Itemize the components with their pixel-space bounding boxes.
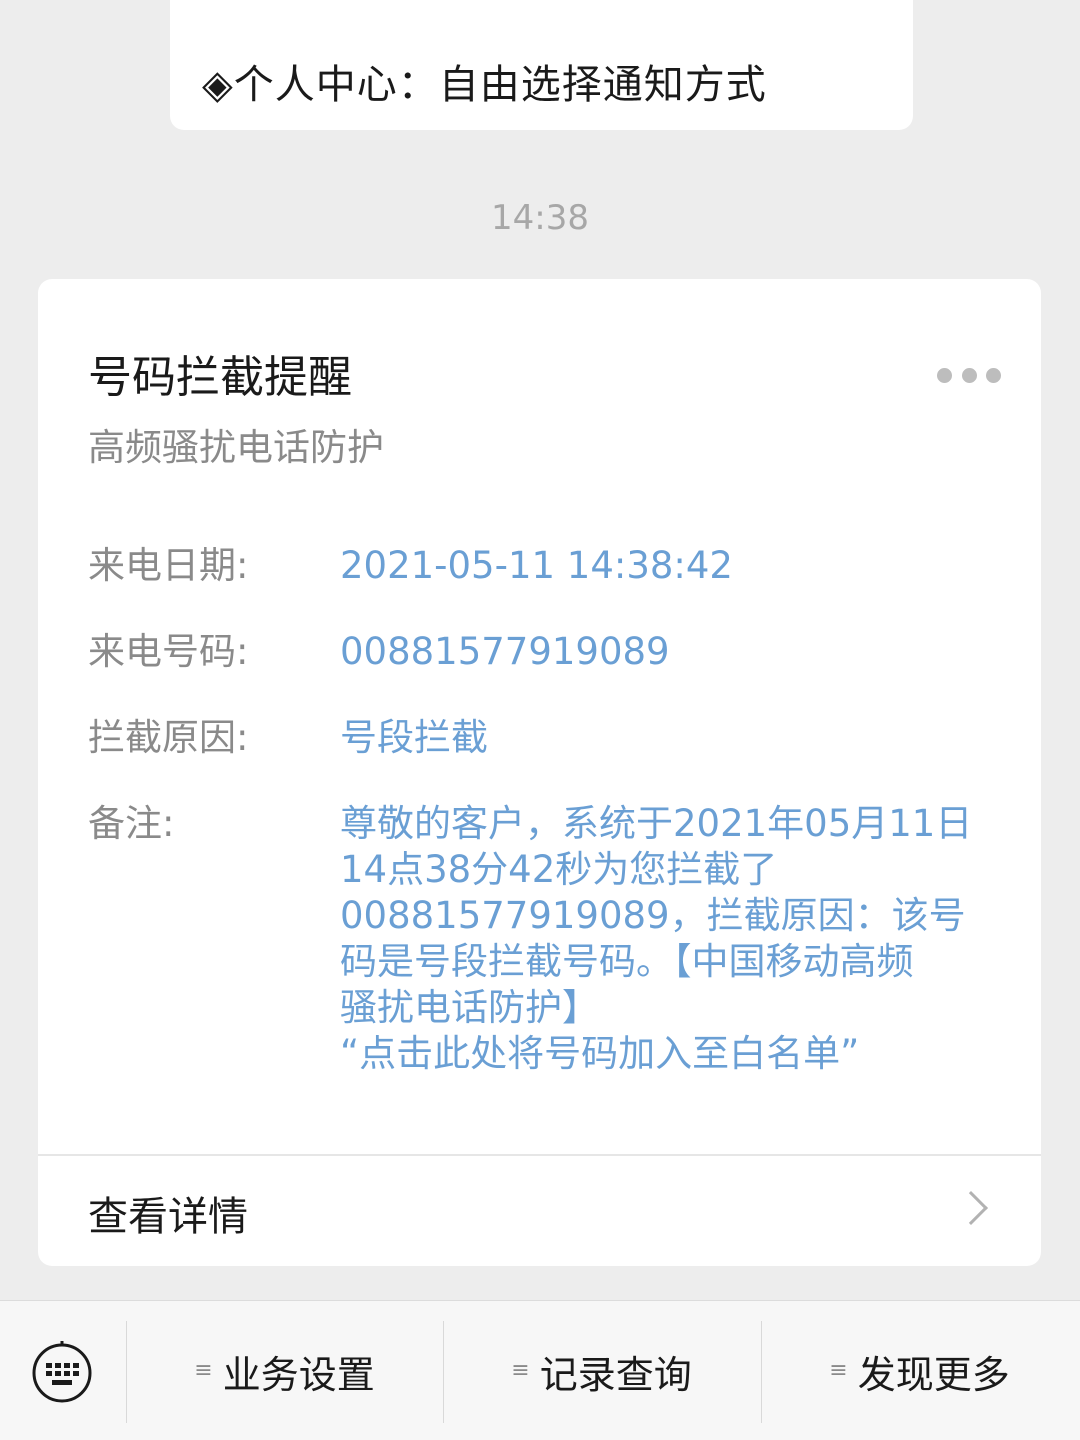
menu-lines-icon: ≡ xyxy=(511,1358,530,1383)
remark-row: 备注: 尊敬的客户，系统于2021年05月11日 14点38分42秒为您拦截了 … xyxy=(88,801,1008,1077)
chevron-right-icon xyxy=(954,1191,988,1225)
card-subtitle: 高频骚扰电话防护 xyxy=(88,426,384,469)
more-dots-icon[interactable] xyxy=(937,359,1001,391)
intercept-reason-value: 号段拦截 xyxy=(340,716,488,759)
menu-item-label: 业务设置 xyxy=(222,1352,375,1397)
call-date-value: 2021-05-11 14:38:42 xyxy=(340,544,733,587)
card-title: 号码拦截提醒 xyxy=(88,352,352,403)
remark-value[interactable]: 尊敬的客户，系统于2021年05月11日 14点38分42秒为您拦截了 0088… xyxy=(340,801,1008,1077)
field-label: 拦截原因: xyxy=(88,716,249,759)
menu-item-label: 记录查询 xyxy=(539,1352,692,1397)
field-label: 备注: xyxy=(88,802,175,845)
field-label: 来电日期: xyxy=(88,544,249,587)
previous-message-text: ◈个人中心：自由选择通知方式 xyxy=(202,62,767,108)
bottom-menu-bar: ≡ 业务设置 ≡ 记录查询 ≡ 发现更多 xyxy=(0,1300,1080,1440)
keyboard-icon[interactable] xyxy=(30,1339,94,1403)
call-number-row: 来电号码: 00881577919089 xyxy=(88,629,1008,675)
previous-message-card[interactable]: ◈个人中心：自由选择通知方式 xyxy=(170,0,913,130)
view-details-button[interactable]: 查看详情 xyxy=(38,1156,1041,1266)
menu-item-label: 发现更多 xyxy=(857,1352,1010,1397)
interception-alert-card[interactable]: 号码拦截提醒 高频骚扰电话防护 来电日期: 2021-05-11 14:38:4… xyxy=(38,279,1041,1266)
menu-item-business-settings[interactable]: ≡ 业务设置 xyxy=(126,1301,443,1440)
intercept-reason-row: 拦截原因: 号段拦截 xyxy=(88,715,1008,761)
menu-lines-icon: ≡ xyxy=(194,1358,213,1383)
menu-item-record-query[interactable]: ≡ 记录查询 xyxy=(443,1301,760,1440)
menu-item-discover-more[interactable]: ≡ 发现更多 xyxy=(761,1301,1078,1440)
call-number-value[interactable]: 00881577919089 xyxy=(340,629,1008,675)
call-date-row: 来电日期: 2021-05-11 14:38:42 xyxy=(88,543,1008,589)
menu-lines-icon: ≡ xyxy=(829,1358,848,1383)
field-label: 来电号码: xyxy=(88,630,249,673)
view-details-label: 查看详情 xyxy=(88,1194,248,1240)
message-timestamp: 14:38 xyxy=(491,198,589,238)
chat-screen: ◈个人中心：自由选择通知方式 14:38 号码拦截提醒 高频骚扰电话防护 来电日… xyxy=(0,0,1080,1440)
